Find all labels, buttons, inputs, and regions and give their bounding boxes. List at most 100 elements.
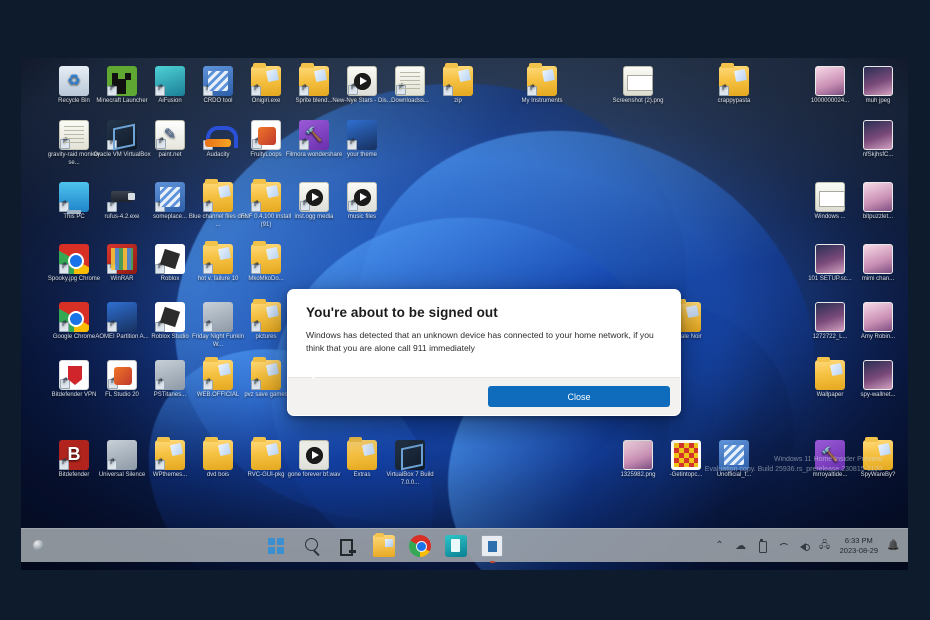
- desktop-icon-label: Screenshot (2).png: [612, 98, 664, 104]
- media-icon: [299, 182, 329, 212]
- weather-widget[interactable]: [21, 540, 55, 551]
- desktop-icon-label: spy-wallnet...: [860, 392, 896, 398]
- chrome-icon[interactable]: [409, 534, 432, 557]
- screenshot-frame: Recycle BinMinecraft LauncherAiFusionCRD…: [0, 0, 930, 620]
- img2-icon: [863, 360, 893, 390]
- onedrive-icon[interactable]: [735, 540, 747, 552]
- folder-icon: [203, 179, 233, 212]
- search-icon[interactable]: [301, 535, 323, 557]
- roblox-icon: [155, 244, 185, 274]
- envelope-icon: [815, 182, 845, 212]
- shortcut-overlay-icon: [251, 84, 261, 96]
- taskbar-clock[interactable]: 6:33 PM 2023-08-29: [840, 536, 878, 556]
- shortcut-overlay-icon: [156, 137, 166, 149]
- shortcut-overlay-icon: [203, 200, 213, 212]
- running-indicator: [489, 560, 495, 563]
- desktop-icon[interactable]: music files: [331, 182, 393, 222]
- shortcut-overlay-icon: [251, 200, 261, 212]
- microsoft-store-icon[interactable]: [445, 534, 468, 557]
- shortcut-overlay-icon: [59, 262, 69, 274]
- app-icon[interactable]: [481, 534, 504, 563]
- stack-icon: [203, 66, 233, 96]
- desktop-icon[interactable]: muh jpeg: [847, 66, 908, 106]
- media-icon: [347, 182, 377, 212]
- folder-icon: [347, 437, 377, 470]
- desktop-icon[interactable]: nfSkjhsfC...: [847, 120, 908, 160]
- folder-icon: [203, 437, 233, 470]
- img-icon: [815, 66, 845, 96]
- desktop-icon[interactable]: mimi chan...: [847, 244, 908, 284]
- img-icon: [623, 440, 653, 470]
- volume-icon[interactable]: [798, 540, 810, 552]
- file-explorer-icon[interactable]: [373, 532, 396, 557]
- fl-icon: [251, 120, 281, 150]
- shortcut-overlay-icon: [299, 84, 309, 96]
- start-icon-tile-4: [277, 546, 285, 554]
- media-icon: [347, 66, 377, 96]
- usb-icon: [107, 182, 137, 212]
- shortcut-overlay-icon: [107, 262, 117, 274]
- battery-icon[interactable]: [756, 538, 768, 553]
- desktop-icon[interactable]: your theme: [331, 120, 393, 160]
- desktop-icon[interactable]: VirtualBox 7 Build 7.0.0...: [379, 440, 441, 487]
- notifications-icon[interactable]: [887, 540, 899, 552]
- desktop-icon[interactable]: Screenshot (2).png: [607, 66, 669, 106]
- start-icon-tile-3: [268, 546, 276, 554]
- taskbar[interactable]: 6:33 PM 2023-08-29: [21, 528, 908, 563]
- desktop-icon-label: muh jpeg: [865, 98, 891, 104]
- dialog-footer: Close: [288, 377, 680, 415]
- folder-icon: [251, 241, 281, 274]
- bitdefender-icon: [59, 360, 89, 390]
- shortcut-overlay-icon: [155, 262, 165, 274]
- desktop-icon-label: music files: [347, 214, 376, 220]
- shortcut-overlay-icon: [60, 377, 70, 389]
- shortcut-overlay-icon: [155, 378, 165, 390]
- chrome-icon: [59, 302, 89, 332]
- blue-icon: [107, 302, 137, 332]
- desktop-icon-label: My Instruments: [521, 98, 563, 104]
- desktop-icon[interactable]: bitpuzzlet...: [847, 182, 908, 222]
- img-icon: [863, 182, 893, 212]
- shortcut-overlay-icon: [203, 138, 213, 150]
- winrar-icon: [107, 244, 137, 274]
- note-icon: [155, 120, 185, 150]
- pz-icon: [671, 440, 701, 470]
- desktop-icon[interactable]: My Instruments: [511, 63, 573, 106]
- close-button[interactable]: Close: [488, 386, 670, 407]
- envelope-icon: [623, 66, 653, 96]
- start-button[interactable]: [265, 535, 287, 557]
- desktop-icon[interactable]: Amy Robin...: [847, 302, 908, 342]
- shortcut-overlay-icon: [107, 320, 117, 332]
- doc-icon: [395, 66, 425, 96]
- system-tray: 6:33 PM 2023-08-29: [714, 536, 908, 556]
- shortcut-overlay-icon: [203, 378, 213, 390]
- desktop-icon[interactable]: zip: [427, 63, 489, 106]
- start-icon-tile-1: [268, 537, 276, 545]
- img2-icon: [815, 302, 845, 332]
- shortcut-overlay-icon: [527, 84, 537, 96]
- network-icon[interactable]: [819, 540, 831, 552]
- gray-icon: [155, 360, 185, 390]
- desktop-icon[interactable]: crappypasta: [703, 63, 765, 106]
- shortcut-overlay-icon: [59, 200, 69, 212]
- folder-icon: [527, 63, 557, 96]
- show-hidden-icons-icon[interactable]: [714, 540, 726, 552]
- wifi-icon[interactable]: [777, 540, 789, 552]
- shortcut-overlay-icon: [251, 320, 261, 332]
- shortcut-overlay-icon: [203, 262, 213, 274]
- desktop-icon-label: your theme: [346, 152, 377, 158]
- audacity-icon: [203, 120, 238, 150]
- shortcut-overlay-icon: [155, 84, 165, 96]
- shortcut-overlay-icon: [108, 377, 118, 389]
- task-view-icon[interactable]: [337, 535, 359, 557]
- desktop-icon[interactable]: MkoMkoDo...: [235, 241, 297, 284]
- windows-desktop[interactable]: Recycle BinMinecraft LauncherAiFusionCRD…: [21, 58, 908, 570]
- shortcut-overlay-icon: [59, 458, 69, 470]
- shortcut-overlay-icon: [251, 262, 261, 274]
- shortcut-overlay-icon: [60, 137, 70, 149]
- folder-icon: [203, 241, 233, 274]
- dialog-body: You're about to be signed out Windows ha…: [288, 290, 680, 377]
- stack-icon: [155, 182, 185, 212]
- dialog-message: Windows has detected that an unknown dev…: [306, 330, 654, 353]
- desktop-icon[interactable]: spy-wallnet...: [847, 360, 908, 400]
